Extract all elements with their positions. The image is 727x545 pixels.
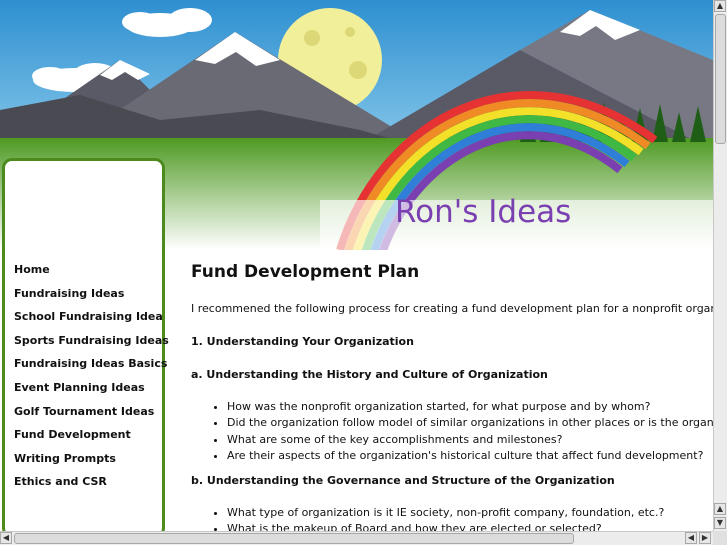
vertical-scrollbar[interactable]: ▲ ▲ ▼ bbox=[713, 0, 727, 531]
nav-link-fundraising-basics[interactable]: Fundraising Ideas Basics bbox=[14, 357, 167, 370]
list-item: Are their aspects of the organization's … bbox=[227, 448, 713, 464]
sidebar-nav: Home Fundraising Ideas School Fundraisin… bbox=[14, 258, 169, 494]
page-title: Fund Development Plan bbox=[191, 262, 420, 282]
nav-item-sports-fundraising: Sports Fundraising Ideas bbox=[14, 329, 169, 353]
bullet-list: How was the nonprofit organization start… bbox=[191, 399, 713, 464]
main-content: Fund Development Plan I recommened the f… bbox=[191, 260, 713, 531]
scroll-down-icon[interactable]: ▼ bbox=[714, 517, 726, 529]
subsection-heading: a. Understanding the History and Culture… bbox=[191, 368, 548, 381]
scroll-left-icon[interactable]: ◀ bbox=[0, 532, 12, 544]
vertical-scroll-thumb[interactable] bbox=[715, 14, 726, 144]
list-item: What is the makeup of Board and how they… bbox=[227, 521, 713, 531]
section-heading: 1. Understanding Your Organization bbox=[191, 335, 414, 348]
nav-link-fundraising-ideas[interactable]: Fundraising Ideas bbox=[14, 287, 124, 300]
subsection-heading: b. Understanding the Governance and Stru… bbox=[191, 474, 615, 488]
nav-item-ethics-csr: Ethics and CSR bbox=[14, 470, 169, 494]
list-item: What are some of the key accomplishments… bbox=[227, 432, 713, 448]
nav-item-fund-development: Fund Development bbox=[14, 423, 169, 447]
horizontal-scroll-thumb[interactable] bbox=[14, 533, 574, 544]
nav-link-home[interactable]: Home bbox=[14, 263, 50, 276]
nav-item-golf-tournament: Golf Tournament Ideas bbox=[14, 400, 169, 424]
nav-link-school-fundraising[interactable]: School Fundraising Idea bbox=[14, 310, 163, 323]
bullet-list: What type of organization is it IE socie… bbox=[191, 505, 713, 531]
nav-link-ethics-csr[interactable]: Ethics and CSR bbox=[14, 475, 107, 488]
nav-item-writing-prompts: Writing Prompts bbox=[14, 447, 169, 471]
nav-link-writing-prompts[interactable]: Writing Prompts bbox=[14, 452, 116, 465]
nav-item-fundraising-basics: Fundraising Ideas Basics bbox=[14, 352, 169, 376]
scroll-right-icon[interactable]: ▶ bbox=[699, 532, 711, 544]
intro-paragraph: I recommened the following process for c… bbox=[191, 302, 713, 315]
scroll-left-icon[interactable]: ◀ bbox=[685, 532, 697, 544]
nav-item-home: Home bbox=[14, 258, 169, 282]
scroll-up-icon[interactable]: ▲ bbox=[714, 0, 726, 12]
nav-link-event-planning[interactable]: Event Planning Ideas bbox=[14, 381, 145, 394]
list-item: How was the nonprofit organization start… bbox=[227, 399, 713, 415]
site-title: Ron's Ideas bbox=[395, 194, 572, 230]
nav-item-fundraising-ideas: Fundraising Ideas bbox=[14, 282, 169, 306]
nav-item-school-fundraising: School Fundraising Idea bbox=[14, 305, 169, 329]
nav-item-event-planning: Event Planning Ideas bbox=[14, 376, 169, 400]
scrollbar-corner bbox=[713, 531, 727, 545]
scroll-up-icon[interactable]: ▲ bbox=[714, 503, 726, 515]
nav-link-golf-tournament[interactable]: Golf Tournament Ideas bbox=[14, 405, 154, 418]
nav-link-fund-development[interactable]: Fund Development bbox=[14, 428, 131, 441]
horizontal-scrollbar[interactable]: ◀ ◀ ▶ bbox=[0, 531, 713, 545]
list-item: Did the organization follow model of sim… bbox=[227, 415, 713, 431]
page-viewport: Ron's Ideas Home Fundraising Ideas Schoo… bbox=[0, 0, 713, 531]
nav-link-sports-fundraising[interactable]: Sports Fundraising Ideas bbox=[14, 334, 169, 347]
list-item: What type of organization is it IE socie… bbox=[227, 505, 713, 521]
